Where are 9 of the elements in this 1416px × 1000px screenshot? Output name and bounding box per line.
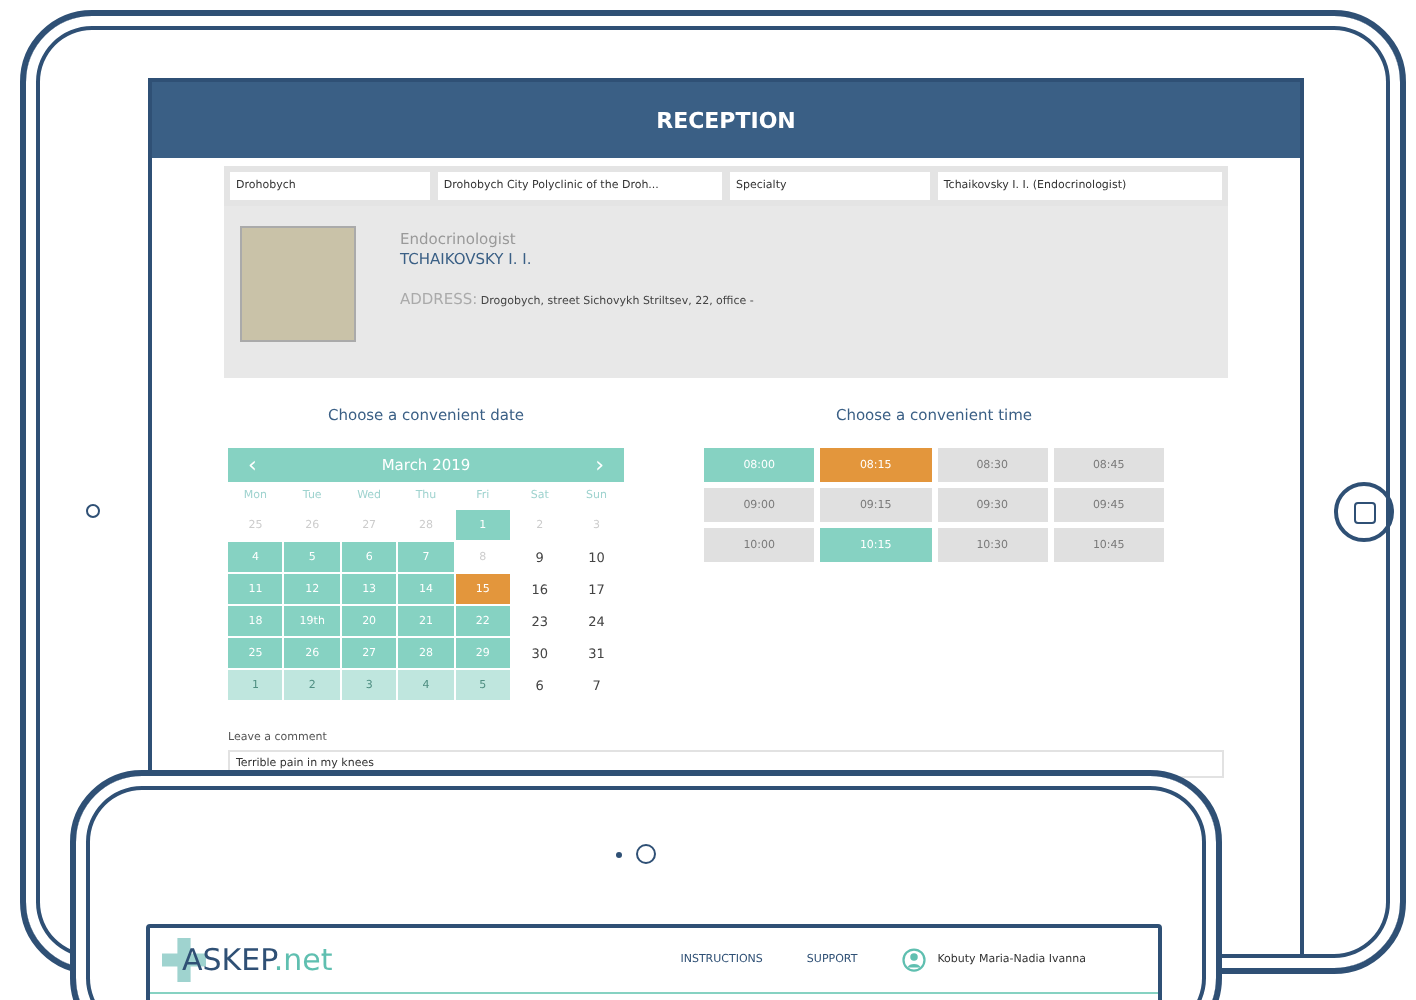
page-title: RECEPTION bbox=[656, 107, 796, 133]
previous-month-button[interactable]: ‹ bbox=[240, 452, 265, 478]
next-month-button[interactable]: › bbox=[587, 452, 612, 478]
camera-icon bbox=[636, 844, 656, 864]
user-avatar-icon bbox=[901, 948, 926, 972]
photo-placeholder bbox=[240, 226, 356, 342]
camera-icon bbox=[86, 504, 100, 518]
site-logo[interactable]: ASKEP.net bbox=[182, 942, 333, 978]
sensor-icon bbox=[616, 852, 622, 858]
